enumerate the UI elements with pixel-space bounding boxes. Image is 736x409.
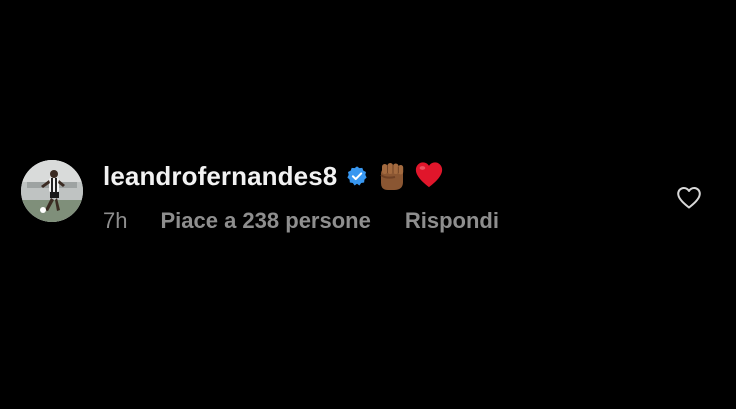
raised-fist-emoji-icon (376, 160, 406, 192)
comment-header: leandrofernandes8 (103, 158, 444, 194)
username-link[interactable]: leandrofernandes8 (103, 161, 337, 192)
avatar[interactable] (21, 160, 83, 222)
reply-button[interactable]: Rispondi (405, 208, 499, 234)
comment-timestamp: 7h (103, 208, 128, 233)
avatar-photo (21, 160, 83, 222)
comment-item: leandrofernandes8 7h Piace a 238 persone… (21, 158, 721, 238)
heart-outline-icon (677, 187, 701, 209)
red-heart-emoji-icon (414, 160, 444, 192)
verified-badge-icon (346, 165, 368, 187)
comment-meta: 7h Piace a 238 persone Rispondi (103, 208, 499, 234)
comment-screen: leandrofernandes8 7h Piace a 238 persone… (0, 0, 736, 409)
like-comment-button[interactable] (676, 186, 702, 210)
likes-count-link[interactable]: Piace a 238 persone (160, 208, 370, 234)
